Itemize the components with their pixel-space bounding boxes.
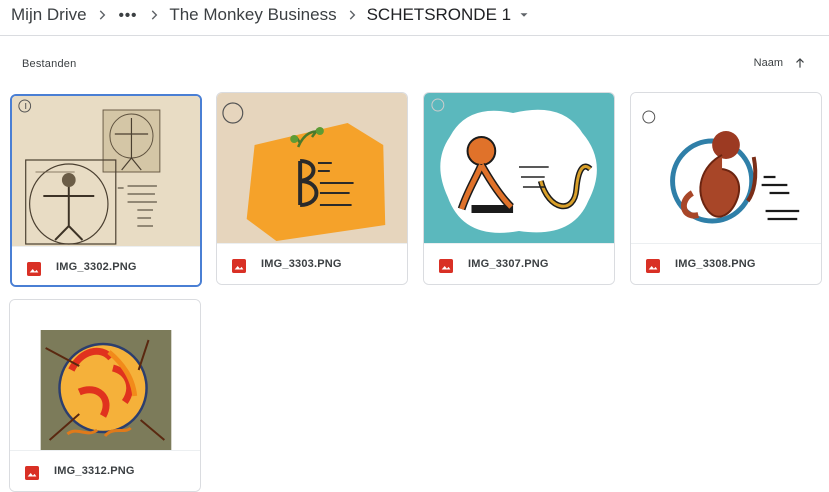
file-meta: IMG_3302.PNG bbox=[12, 246, 200, 285]
file-thumbnail bbox=[631, 93, 821, 243]
file-name: IMG_3302.PNG bbox=[56, 261, 137, 273]
file-name: IMG_3307.PNG bbox=[468, 258, 549, 270]
image-file-icon bbox=[232, 259, 246, 273]
file-meta: IMG_3303.PNG bbox=[217, 243, 407, 284]
file-card[interactable]: IMG_3307.PNG bbox=[423, 92, 615, 285]
chevron-right-icon bbox=[143, 4, 165, 26]
file-name: IMG_3303.PNG bbox=[261, 258, 342, 270]
file-meta: IMG_3312.PNG bbox=[10, 450, 200, 491]
sort-control[interactable]: Naam bbox=[754, 56, 807, 70]
file-name: IMG_3312.PNG bbox=[54, 465, 135, 477]
image-file-icon bbox=[25, 466, 39, 480]
breadcrumb-overflow-button[interactable]: ••• bbox=[119, 7, 138, 24]
file-card[interactable]: IMG_3302.PNG bbox=[10, 94, 202, 287]
file-meta: IMG_3307.PNG bbox=[424, 243, 614, 284]
file-card[interactable]: IMG_3308.PNG bbox=[630, 92, 822, 285]
image-file-icon bbox=[27, 262, 41, 276]
breadcrumb-root[interactable]: Mijn Drive bbox=[11, 5, 87, 25]
chevron-right-icon bbox=[341, 4, 363, 26]
image-file-icon bbox=[439, 259, 453, 273]
breadcrumb-current-folder[interactable]: SCHETSRONDE 1 bbox=[367, 5, 512, 25]
file-card[interactable]: IMG_3303.PNG bbox=[216, 92, 408, 285]
image-file-icon bbox=[646, 259, 660, 273]
file-name: IMG_3308.PNG bbox=[675, 258, 756, 270]
breadcrumb-bar: Mijn Drive ••• The Monkey Business SCHET… bbox=[0, 0, 829, 36]
file-thumbnail bbox=[10, 300, 200, 450]
file-thumbnail bbox=[12, 96, 200, 246]
file-card[interactable]: IMG_3312.PNG bbox=[9, 299, 201, 492]
file-meta: IMG_3308.PNG bbox=[631, 243, 821, 284]
sort-label[interactable]: Naam bbox=[754, 57, 783, 69]
section-heading: Bestanden bbox=[22, 58, 77, 70]
breadcrumb-folder[interactable]: The Monkey Business bbox=[169, 5, 336, 25]
chevron-right-icon bbox=[91, 4, 113, 26]
file-thumbnail bbox=[217, 93, 407, 243]
arrow-up-icon[interactable] bbox=[793, 56, 807, 70]
file-thumbnail bbox=[424, 93, 614, 243]
breadcrumb: Mijn Drive ••• The Monkey Business SCHET… bbox=[11, 4, 533, 26]
caret-down-icon[interactable] bbox=[515, 6, 533, 24]
